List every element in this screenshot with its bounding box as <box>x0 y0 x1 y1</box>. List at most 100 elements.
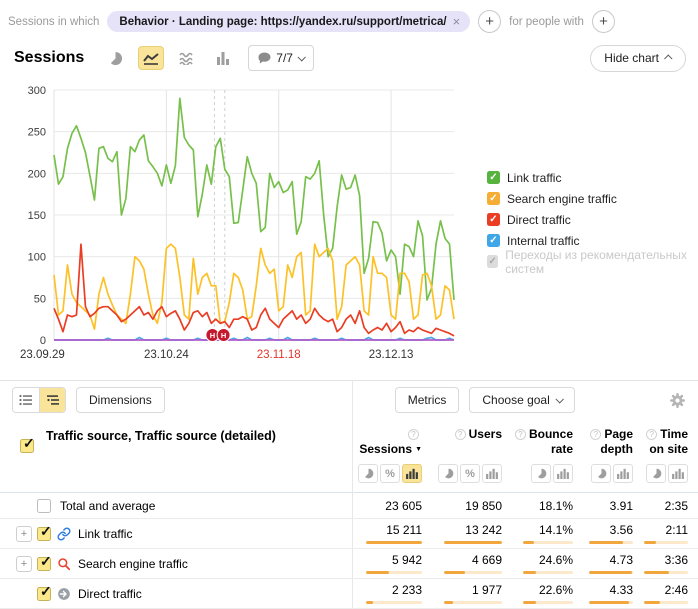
row-label[interactable]: Search engine traffic <box>78 557 188 571</box>
add-people-filter-button[interactable]: + <box>592 10 615 33</box>
table-row[interactable]: Direct traffic2 2331 97722.6%4.332:46 <box>0 579 698 609</box>
percent-display-toggle[interactable]: % <box>460 464 480 483</box>
chevron-up-icon <box>664 54 672 62</box>
pie-display-toggle[interactable] <box>646 464 666 483</box>
svg-text:100: 100 <box>28 252 46 264</box>
table-row[interactable]: +Link traffic15 21113 24214.1%3.562:11 <box>0 519 698 549</box>
metrics-button[interactable]: Metrics <box>395 387 460 413</box>
table-controls: Dimensions Metrics Choose goal <box>0 381 698 419</box>
percent-display-toggle[interactable]: % <box>380 464 400 483</box>
legend-checkbox[interactable]: ✓ <box>487 255 498 268</box>
sessions-line-chart[interactable]: 05010015020025030023.09.2923.10.2423.11.… <box>6 76 468 368</box>
expand-row-button[interactable]: + <box>16 556 32 572</box>
legend-item[interactable]: ✓Link traffic <box>487 171 698 184</box>
chip-close-icon[interactable]: × <box>453 15 461 28</box>
metric-bar <box>444 601 502 604</box>
metric-value: 15 211 <box>386 523 422 537</box>
filter-chip[interactable]: Behavior · Landing page: https://yandex.… <box>107 11 470 32</box>
yandex-metrica-report: Sessions in which Behavior · Landing pag… <box>0 0 698 609</box>
dimensions-button[interactable]: Dimensions <box>76 387 165 413</box>
list-view-icon[interactable] <box>13 388 39 412</box>
report-table-section: Dimensions Metrics Choose goal Traffic s… <box>0 380 698 609</box>
dimension-checkbox[interactable] <box>20 439 34 453</box>
help-icon[interactable]: ? <box>590 429 601 440</box>
legend-checkbox[interactable]: ✓ <box>487 213 500 226</box>
legend-checkbox[interactable]: ✓ <box>487 171 500 184</box>
help-icon[interactable]: ? <box>646 429 657 440</box>
legend-item[interactable]: ✓ Direct traffic <box>487 213 698 226</box>
pie-display-toggle[interactable] <box>358 464 378 483</box>
pie-chart-icon[interactable] <box>102 46 128 70</box>
annotations-dropdown[interactable]: 7/7 <box>248 45 314 71</box>
column-header-sessions[interactable]: ?Sessions▼ <box>352 427 422 457</box>
hide-chart-button[interactable]: Hide chart <box>590 45 686 72</box>
bars-display-toggle[interactable] <box>402 464 422 483</box>
row-label[interactable]: Total and average <box>60 499 155 513</box>
metric-bar <box>589 601 633 604</box>
choose-goal-button[interactable]: Choose goal <box>469 387 574 413</box>
speech-bubble-icon <box>258 52 271 64</box>
metric-bar <box>366 601 422 604</box>
metric-bar <box>523 571 573 574</box>
chevron-down-icon <box>555 395 563 403</box>
svg-text:23.10.24: 23.10.24 <box>144 349 189 361</box>
legend-label: Search engine traffic <box>507 192 617 206</box>
pie-icon <box>443 468 454 479</box>
pie-display-toggle[interactable] <box>591 464 611 483</box>
table-row[interactable]: Total and average23 60519 85018.1%3.912:… <box>0 493 698 519</box>
metric-value: 4.33 <box>610 583 633 597</box>
filter-chip-text: Behavior · Landing page: https://yandex.… <box>119 16 446 28</box>
legend-item[interactable]: ✓Переходы из рекомендательных систем <box>487 255 698 268</box>
bars-icon <box>617 468 629 479</box>
help-icon[interactable]: ? <box>515 429 526 440</box>
bars-display-toggle[interactable] <box>482 464 502 483</box>
stacked-chart-icon[interactable] <box>174 46 200 70</box>
help-icon[interactable]: ? <box>408 429 419 440</box>
metric-bar <box>366 541 422 544</box>
row-label[interactable]: Link traffic <box>78 527 132 541</box>
bars-icon <box>672 468 684 479</box>
direct-arrow-icon <box>57 587 71 601</box>
help-icon[interactable]: ? <box>455 429 466 440</box>
tree-view-icon[interactable] <box>39 388 65 412</box>
legend-item[interactable]: ✓ Search engine traffic <box>487 192 698 205</box>
percent-icon: % <box>385 468 395 480</box>
legend-checkbox[interactable]: ✓ <box>487 234 500 247</box>
metric-value: 4.73 <box>610 553 633 567</box>
metric-display-toggles: %% <box>0 464 698 493</box>
bars-display-toggle[interactable] <box>668 464 688 483</box>
pie-display-toggle[interactable] <box>531 464 551 483</box>
metric-value: 5 942 <box>392 553 422 567</box>
svg-text:300: 300 <box>28 85 46 97</box>
bar-chart-icon[interactable] <box>210 46 236 70</box>
add-segment-button[interactable]: + <box>478 10 501 33</box>
bars-icon <box>486 468 498 479</box>
bars-display-toggle[interactable] <box>553 464 573 483</box>
metric-bar <box>444 541 502 544</box>
gear-icon[interactable] <box>669 392 686 409</box>
column-header-bounce-rate[interactable]: ?Bouncerate <box>502 427 573 457</box>
legend-item[interactable]: ✓Internal traffic <box>487 234 698 247</box>
bars-display-toggle[interactable] <box>613 464 633 483</box>
legend-checkbox[interactable]: ✓ <box>487 192 500 205</box>
column-header-time-on-site[interactable]: ?Timeon site <box>633 427 693 457</box>
pie-display-toggle[interactable] <box>438 464 458 483</box>
column-header-users[interactable]: ?Users <box>422 427 502 457</box>
pie-icon <box>536 468 547 479</box>
row-checkbox[interactable] <box>37 587 51 601</box>
row-label[interactable]: Direct traffic <box>78 587 142 601</box>
line-chart-icon[interactable] <box>138 46 164 70</box>
metric-value: 3.56 <box>610 523 633 537</box>
filter-suffix-label: for people with <box>509 16 584 28</box>
row-checkbox[interactable] <box>37 499 51 513</box>
metric-value: 23 605 <box>385 499 422 513</box>
svg-text:50: 50 <box>34 293 46 305</box>
row-checkbox[interactable] <box>37 557 51 571</box>
search-icon <box>57 557 71 571</box>
row-checkbox[interactable] <box>37 527 51 541</box>
metric-value: 18.1% <box>539 499 573 513</box>
legend-label: Direct traffic <box>507 213 571 227</box>
expand-row-button[interactable]: + <box>16 526 32 542</box>
table-row[interactable]: +Search engine traffic5 9424 66924.6%4.7… <box>0 549 698 579</box>
column-header-page-depth[interactable]: ?Pagedepth <box>573 427 633 457</box>
